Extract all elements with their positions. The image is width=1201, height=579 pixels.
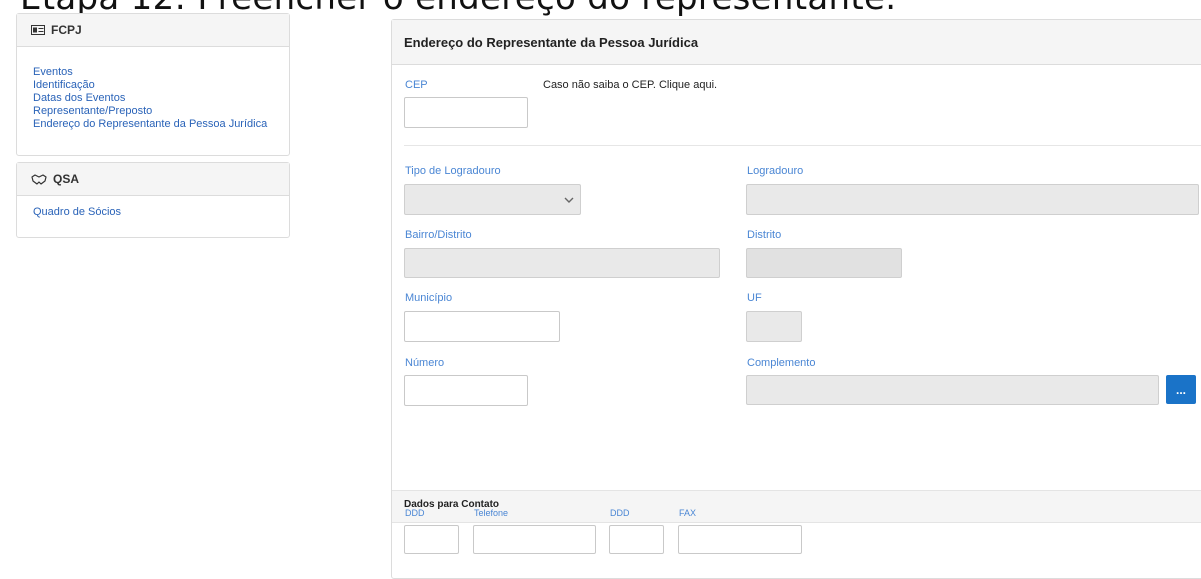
sidebar-link-identificacao[interactable]: Identificação <box>33 79 289 92</box>
tipo-logradouro-select[interactable] <box>404 184 581 215</box>
sidebar-link-eventos[interactable]: Eventos <box>33 66 289 79</box>
municipio-input[interactable] <box>404 311 560 342</box>
telefone-input[interactable] <box>473 525 596 554</box>
uf-input[interactable] <box>746 311 802 342</box>
fax-input[interactable] <box>678 525 802 554</box>
complemento-more-button[interactable]: ... <box>1166 375 1196 404</box>
uf-label: UF <box>747 292 762 304</box>
fax-ddd-label: DDD <box>610 508 630 518</box>
divider <box>404 145 1201 146</box>
id-card-icon <box>31 25 45 35</box>
bairro-input[interactable] <box>404 248 720 278</box>
qsa-panel-title: QSA <box>53 172 80 186</box>
cep-lookup-link[interactable]: Caso não saiba o CEP. Clique aqui. <box>543 79 717 91</box>
sidebar-link-endereco-representante[interactable]: Endereço do Representante da Pessoa Jurí… <box>33 118 289 131</box>
numero-input[interactable] <box>404 375 528 406</box>
qsa-panel: QSA Quadro de Sócios <box>16 162 290 238</box>
sidebar-link-quadro-socios[interactable]: Quadro de Sócios <box>33 206 289 219</box>
logradouro-input[interactable] <box>746 184 1199 215</box>
qsa-panel-header: QSA <box>17 163 289 196</box>
cep-label: CEP <box>405 79 428 91</box>
complemento-input[interactable] <box>746 375 1159 405</box>
bairro-label: Bairro/Distrito <box>405 229 472 241</box>
tipo-logradouro-label: Tipo de Logradouro <box>405 165 501 177</box>
distrito-label: Distrito <box>747 229 782 241</box>
form-title: Endereço do Representante da Pessoa Jurí… <box>392 20 1201 65</box>
sidebar-link-representante[interactable]: Representante/Preposto <box>33 105 289 118</box>
numero-label: Número <box>405 357 445 369</box>
sidebar-link-datas-eventos[interactable]: Datas dos Eventos <box>33 92 289 105</box>
fcpj-panel-header: FCPJ <box>17 14 289 47</box>
contact-section-header <box>392 490 1201 523</box>
ddd-input[interactable] <box>404 525 459 554</box>
chevron-down-icon <box>564 197 574 203</box>
fcpj-panel-title: FCPJ <box>51 23 82 37</box>
fax-label: FAX <box>679 508 697 518</box>
logradouro-label: Logradouro <box>747 165 804 177</box>
complemento-label: Complemento <box>747 357 816 369</box>
fax-ddd-input[interactable] <box>609 525 664 554</box>
cep-input[interactable] <box>404 97 528 128</box>
ddd-label: DDD <box>405 508 425 518</box>
distrito-input[interactable] <box>746 248 902 278</box>
fcpj-panel: FCPJ Eventos Identificação Datas dos Eve… <box>16 13 290 156</box>
municipio-label: Município <box>405 292 453 304</box>
telefone-label: Telefone <box>474 508 509 518</box>
handshake-icon <box>31 173 47 185</box>
